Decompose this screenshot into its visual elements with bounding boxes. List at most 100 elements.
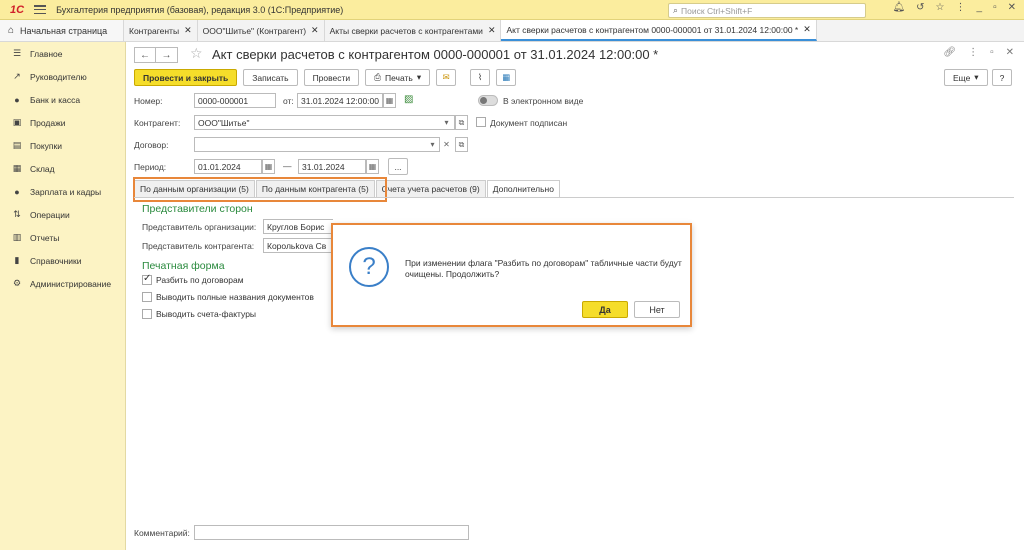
sidebar-item-manager[interactable]: ↗ Руководителю [0,65,125,88]
period-to-field[interactable]: 31.01.2024 [298,159,366,174]
org-rep-field[interactable]: Круглов Борис [263,219,333,234]
sidebar-item-bank[interactable]: ● Банк и касса [0,88,125,111]
close-tab-icon[interactable]: ✕ [803,24,811,35]
confirm-dialog: ? При изменении флага "Разбить по догово… [331,223,692,327]
number-label: Номер: [134,96,163,106]
no-button[interactable]: Нет [634,301,680,318]
date-field[interactable]: 31.01.2024 12:00:00 [297,93,383,108]
chevron-down-icon: ▾ [416,72,422,82]
close-tab-icon[interactable]: ✕ [488,25,496,36]
invoices-checkbox[interactable] [142,309,152,319]
sidebar-item-salary[interactable]: ● Зарплата и кадры [0,180,125,203]
bell-icon[interactable]: 🔔︎ [892,2,905,13]
dropdown-icon[interactable]: ▾ [426,137,439,152]
tab-counterparties[interactable]: Контрагенты ✕ [124,20,198,41]
window-restore-icon[interactable]: ▫ [990,47,994,58]
period-dash: — [283,161,292,171]
calendar-icon[interactable]: ▦ [262,159,275,174]
history-icon[interactable]: ↺ [916,2,924,13]
bank-icon: ● [14,94,20,105]
signed-checkbox[interactable] [476,117,486,127]
help-button[interactable]: ? [992,69,1012,86]
back-button[interactable]: ← [134,47,156,63]
search-icon: ⌕ [673,5,679,15]
close-form-icon[interactable]: ✕ [1006,47,1014,58]
close-icon[interactable]: ✕ [1008,2,1016,13]
person-icon: ● [14,186,20,197]
favorites-icon[interactable]: ☆ [936,2,945,13]
full-names-checkbox[interactable] [142,292,152,302]
open-icon[interactable]: ⧉ [455,115,468,130]
tab-home[interactable]: ⌂ Начальная страница [0,20,124,41]
full-names-label: Выводить полные названия документов [156,292,314,302]
number-field[interactable]: 0000-000001 [194,93,276,108]
post-button[interactable]: Провести [303,69,360,86]
app-title: Бухгалтерия предприятия (базовая), редак… [56,4,344,15]
post-and-close-button[interactable]: Провести и закрыть [134,69,238,86]
open-icon[interactable]: ⧉ [455,137,468,152]
more-button[interactable]: Еще ▾ [944,69,988,86]
email-button[interactable]: ✉ [436,69,457,86]
title-bar: 1С Бухгалтерия предприятия (базовая), ре… [0,0,1024,20]
menu-dots-icon[interactable]: ⋮ [956,2,966,13]
counterparty-field[interactable]: ООО"Шитье" [194,115,455,130]
calendar-icon[interactable]: ▦ [383,93,396,108]
save-button[interactable]: Записать [243,69,298,86]
chevron-down-icon: ▾ [974,72,979,82]
tab-counterparty-card[interactable]: ООО"Шитье" (Контрагент) ✕ [197,20,325,41]
chart-line-icon: ↗ [13,71,21,81]
attach-button[interactable]: ⌇ [470,69,491,86]
sidebar-item-sales[interactable]: ▣ Продажи [0,111,125,134]
main-menu-icon[interactable] [34,5,47,14]
menu-icon: ☰ [12,48,22,58]
report-icon: ▥ [12,232,22,242]
more-vert-icon[interactable]: ⋮ [968,47,978,58]
sidebar-item-catalogs[interactable]: ▮ Справочники [0,249,125,272]
split-by-contract-label: Разбить по договорам [156,275,244,285]
page-title: Акт сверки расчетов с контрагентом 0000-… [212,47,659,62]
invoices-label: Выводить счета-фактуры [156,309,257,319]
comment-field[interactable] [194,525,469,540]
close-tab-icon[interactable]: ✕ [311,25,319,36]
org-rep-label: Представитель организации: [142,222,257,232]
yes-button[interactable]: Да [582,301,628,318]
tab-reconciliation-act[interactable]: Акт сверки расчетов с контрагентом 0000-… [501,20,817,41]
app-logo: 1С [10,3,25,16]
split-by-contract-checkbox[interactable] [142,273,152,285]
cart-icon: ▤ [12,140,22,150]
sidebar-item-operations[interactable]: ⇅ Операции [0,203,125,226]
period-select-button[interactable]: ... [388,158,408,175]
home-icon: ⌂ [8,25,15,36]
print-button[interactable]: ⎙ Печать ▾ [365,69,431,86]
favorite-star-icon[interactable]: ☆ [190,45,203,62]
tab-additional[interactable]: Дополнительно [486,180,560,198]
dropdown-icon[interactable]: ▾ [440,115,453,130]
book-icon: ▮ [14,255,20,265]
paperclip-icon: ⌇ [478,72,483,82]
period-from-field[interactable]: 01.01.2024 [194,159,262,174]
cp-rep-field[interactable]: Корольkova Св [263,238,333,253]
question-icon: ? [349,247,389,287]
structure-button[interactable]: ▦ [496,69,517,86]
electronic-label: В электронном виде [503,96,584,106]
operations-icon: ⇅ [13,209,21,219]
contract-field[interactable] [194,137,440,152]
calendar-icon[interactable]: ▦ [366,159,379,174]
tab-reconciliation-list[interactable]: Акты сверки расчетов с контрагентами ✕ [324,20,502,41]
sidebar-item-admin[interactable]: ⚙ Администрирование [0,272,125,295]
link-icon[interactable]: 🔗︎ [943,47,956,58]
sidebar-item-reports[interactable]: ▥ Отчеты [0,226,125,249]
sidebar-item-warehouse[interactable]: ▦ Склад [0,157,125,180]
clear-icon[interactable]: ✕ [440,137,453,152]
status-icon: ▨ [404,94,414,105]
minimize-icon[interactable]: _ [977,2,983,13]
forward-button[interactable]: → [156,47,178,63]
search-input[interactable]: ⌕ Поиск Ctrl+Shift+F [668,3,866,18]
tab-accounts[interactable]: Счета учета расчетов (9) [375,180,486,198]
maximize-icon[interactable]: ▫ [993,2,997,13]
electronic-toggle[interactable] [478,95,498,106]
bag-icon: ▣ [12,117,22,127]
sidebar-item-main[interactable]: ☰ Главное [0,42,125,65]
close-tab-icon[interactable]: ✕ [184,25,192,36]
sidebar-item-purchases[interactable]: ▤ Покупки [0,134,125,157]
